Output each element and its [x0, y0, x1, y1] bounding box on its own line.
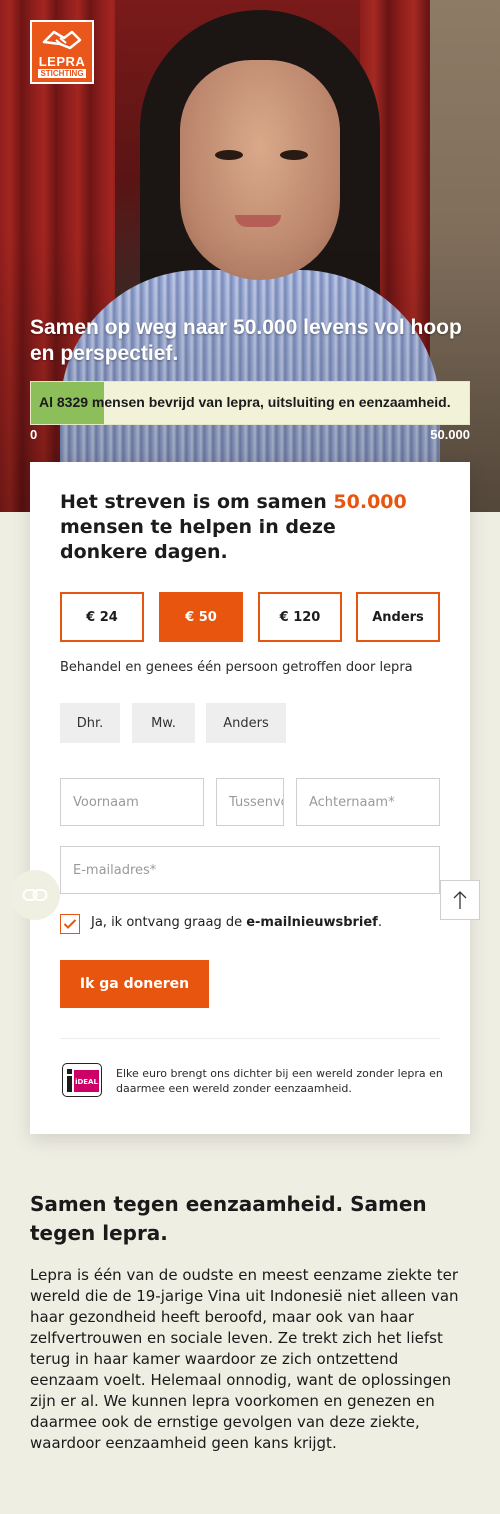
salutation-other[interactable]: Anders: [206, 703, 286, 743]
logo-subtext: STICHTING: [38, 69, 86, 78]
amount-option-50[interactable]: € 50: [159, 592, 243, 642]
ideal-logo-icon: iDEAL: [62, 1063, 102, 1097]
lepra-stichting-logo[interactable]: LEPRA STICHTING: [30, 20, 94, 84]
amount-option-other[interactable]: Anders: [356, 592, 440, 642]
link-icon: [22, 889, 48, 901]
infix-field[interactable]: Tussenvoegsel: [216, 778, 284, 826]
svg-text:iDEAL: iDEAL: [75, 1078, 98, 1086]
checkmark-icon: [63, 919, 77, 929]
firstname-field[interactable]: Voornaam: [60, 778, 204, 826]
form-title-goal: 50.000: [333, 491, 407, 513]
form-title: Het streven is om samen 50.000 mensen te…: [60, 491, 407, 563]
progress-text: Al 8329 mensen bevrijd van lepra, uitslu…: [39, 394, 451, 410]
handshake-icon: [42, 30, 82, 50]
share-link-button[interactable]: [10, 870, 60, 920]
hero-title: Samen op weg naar 50.000 levens vol hoop…: [30, 316, 462, 365]
ideal-footer-text: Elke euro brengt ons dichter bij een wer…: [116, 1067, 443, 1095]
article-title: Samen tegen eenzaamheid. Samen tegen lep…: [30, 1192, 427, 1245]
amount-option-120[interactable]: € 120: [258, 592, 342, 642]
donation-form: Het streven is om samen 50.000 mensen te…: [30, 462, 470, 1134]
salutation-mr[interactable]: Dhr.: [60, 703, 120, 743]
hero-section: LEPRA STICHTING Samen op weg naar 50.000…: [0, 0, 500, 512]
amount-description: Behandel en genees één persoon getroffen…: [60, 660, 413, 675]
divider: [60, 1038, 440, 1039]
newsletter-checkbox[interactable]: [60, 914, 80, 934]
progress-bar: Al 8329 mensen bevrijd van lepra, uitslu…: [30, 381, 470, 425]
logo-text: LEPRA: [38, 54, 86, 69]
arrow-up-icon: [453, 891, 467, 909]
progress-min-label: 0: [30, 427, 38, 442]
progress-max-label: 50.000: [430, 427, 470, 442]
newsletter-label[interactable]: Ja, ik ontvang graag de e-mailnieuwsbrie…: [91, 915, 382, 930]
scroll-top-button[interactable]: [440, 880, 480, 920]
article-body: Lepra is één van de oudste en meest eenz…: [30, 1266, 459, 1452]
donate-button[interactable]: Ik ga doneren: [60, 960, 209, 1008]
salutation-mrs[interactable]: Mw.: [132, 703, 195, 743]
email-field[interactable]: E-mailadres*: [60, 846, 440, 894]
lastname-field[interactable]: Achternaam*: [296, 778, 440, 826]
amount-option-24[interactable]: € 24: [60, 592, 144, 642]
